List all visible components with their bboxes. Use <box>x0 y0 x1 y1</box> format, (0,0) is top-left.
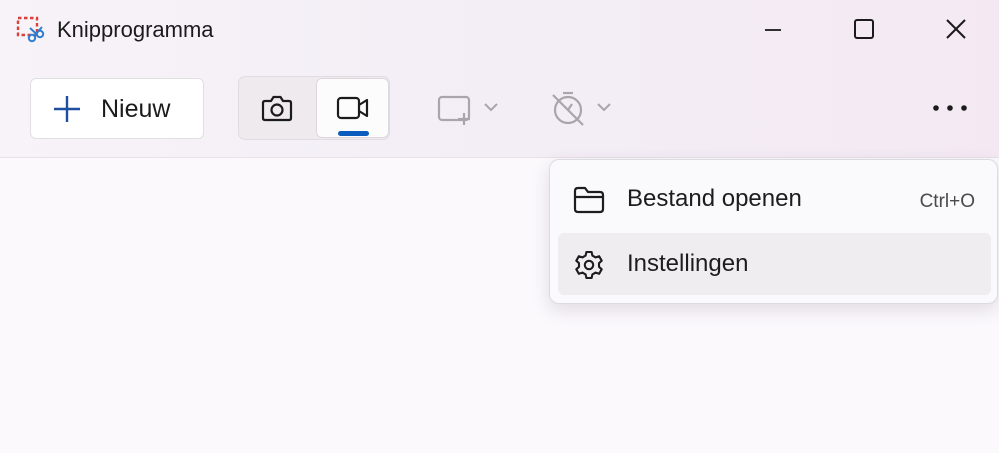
settings-gear-icon <box>575 250 603 280</box>
camera-icon <box>261 95 293 122</box>
app-title: Knipprogramma <box>57 17 214 42</box>
folder-icon <box>573 186 605 214</box>
more-options-button[interactable] <box>924 88 976 128</box>
timer-dropdown[interactable] <box>544 80 624 136</box>
more-icon <box>933 105 967 111</box>
video-camera-icon <box>336 96 369 120</box>
new-snip-button[interactable]: Nieuw <box>30 78 204 139</box>
snip-shape-dropdown[interactable] <box>430 80 510 136</box>
menu-item-settings[interactable]: Instellingen <box>558 233 991 295</box>
capture-mode-toggle <box>238 76 390 140</box>
minimize-icon <box>765 29 781 31</box>
menu-item-label: Instellingen <box>627 250 749 277</box>
close-icon <box>946 19 966 39</box>
selected-mode-indicator <box>338 131 369 136</box>
close-button[interactable] <box>933 8 979 50</box>
plus-icon <box>54 96 80 122</box>
maximize-icon <box>854 19 874 39</box>
maximize-button[interactable] <box>841 8 887 50</box>
rectangle-snip-icon <box>437 95 498 125</box>
new-snip-label: Nieuw <box>101 95 171 123</box>
menu-item-label: Bestand openen <box>627 185 802 212</box>
menu-item-shortcut: Ctrl+O <box>919 191 975 212</box>
menu-item-open-file[interactable]: Bestand openen Ctrl+O <box>558 168 991 230</box>
title-toolbar-area: Knipprogramma Nieuw <box>0 0 999 158</box>
timer-off-icon <box>552 91 611 126</box>
snipping-tool-icon <box>16 16 46 46</box>
video-mode-button[interactable] <box>316 78 389 138</box>
screenshot-mode-button[interactable] <box>239 77 315 139</box>
more-options-menu: Bestand openen Ctrl+O Instellingen <box>549 159 998 304</box>
minimize-button[interactable] <box>750 8 796 50</box>
